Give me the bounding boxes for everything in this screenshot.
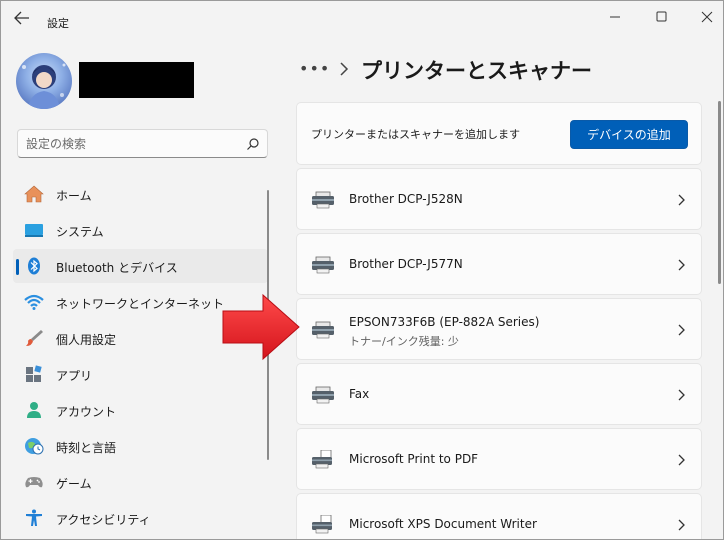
device-row[interactable]: Microsoft XPS Document Writer: [296, 493, 702, 539]
sidebar-item-label: 時刻と言語: [56, 441, 117, 455]
device-row[interactable]: Brother DCP-J528N: [296, 168, 702, 230]
back-button[interactable]: [13, 10, 31, 26]
device-name: Fax: [349, 387, 370, 401]
fax-icon: [312, 386, 334, 404]
system-icon: [25, 224, 43, 237]
title-bar: 設定: [1, 1, 723, 35]
home-icon: [24, 185, 44, 203]
gamepad-icon: [25, 477, 43, 488]
sidebar-item-label: Bluetooth とデバイス: [56, 261, 178, 275]
printer-icon: [312, 256, 334, 274]
apps-icon: [26, 365, 42, 382]
chevron-right-icon: [678, 389, 685, 401]
maximize-icon: [656, 11, 667, 22]
active-indicator: [16, 259, 19, 275]
virtual-printer-icon: [312, 450, 332, 469]
sidebar-item-system[interactable]: システム: [13, 213, 268, 247]
sidebar-item-label: 個人用設定: [56, 333, 117, 347]
search-box[interactable]: [17, 129, 268, 158]
sidebar-item-bluetooth[interactable]: Bluetooth とデバイス: [13, 249, 268, 283]
sidebar-item-label: ホーム: [56, 189, 92, 203]
chevron-right-icon: [678, 324, 685, 336]
chevron-right-icon: [340, 62, 349, 76]
close-button[interactable]: [689, 5, 723, 29]
avatar[interactable]: [16, 53, 72, 109]
globe-clock-icon: [25, 438, 44, 455]
window-title: 設定: [47, 17, 69, 30]
sidebar-item-label: ネットワークとインターネット: [56, 297, 225, 311]
brush-icon: [26, 330, 43, 346]
device-row[interactable]: Fax: [296, 363, 702, 425]
add-device-card: プリンターまたはスキャナーを追加します デバイスの追加: [296, 102, 702, 165]
minimize-button[interactable]: [597, 5, 633, 29]
device-name: Microsoft Print to PDF: [349, 452, 479, 466]
back-arrow-icon: [14, 11, 29, 25]
device-name: Microsoft XPS Document Writer: [349, 517, 537, 531]
device-name: Brother DCP-J577N: [349, 257, 463, 271]
profile-name-redacted: [79, 62, 194, 98]
chevron-right-icon: [678, 259, 685, 271]
add-device-label: プリンターまたはスキャナーを追加します: [311, 128, 520, 141]
sidebar-item-label: ゲーム: [56, 477, 92, 491]
device-row[interactable]: EPSON733F6B (EP-882A Series) トナー/インク残量: …: [296, 298, 702, 360]
search-icon[interactable]: [246, 137, 260, 151]
sidebar-item-label: システム: [56, 225, 104, 239]
close-icon: [701, 11, 713, 23]
printer-icon: [312, 321, 334, 339]
settings-window: 設定 設定の検索 ホーム システム Bluetooth とデバイス ネットワーク…: [0, 0, 724, 540]
bluetooth-icon: [28, 257, 40, 275]
sidebar-item-gaming[interactable]: ゲーム: [13, 465, 268, 499]
sidebar-item-time-language[interactable]: 時刻と言語: [13, 429, 268, 463]
device-name: EPSON733F6B (EP-882A Series): [349, 315, 540, 329]
sidebar-item-label: アカウント: [56, 405, 117, 419]
sidebar-item-label: アプリ: [56, 369, 93, 383]
add-device-button[interactable]: デバイスの追加: [570, 120, 688, 149]
red-arrow-annotation-icon: [222, 293, 300, 361]
device-row[interactable]: Microsoft Print to PDF: [296, 428, 702, 490]
page-title: プリンターとスキャナー: [361, 59, 592, 83]
sidebar-item-apps[interactable]: アプリ: [13, 357, 268, 391]
sidebar-item-label: アクセシビリティ: [56, 513, 151, 527]
main-scrollbar[interactable]: [718, 101, 721, 284]
sidebar-item-accounts[interactable]: アカウント: [13, 393, 268, 427]
device-status: トナー/インク残量: 少: [349, 335, 459, 348]
chevron-right-icon: [678, 454, 685, 466]
breadcrumb-more-button[interactable]: •••: [299, 59, 330, 78]
minimize-icon: [610, 16, 620, 18]
device-name: Brother DCP-J528N: [349, 192, 463, 206]
device-row[interactable]: Brother DCP-J577N: [296, 233, 702, 295]
wifi-icon: [24, 294, 44, 310]
chevron-right-icon: [678, 194, 685, 206]
avatar-image-icon: [22, 63, 66, 109]
virtual-printer-icon: [312, 515, 332, 534]
accessibility-icon: [26, 509, 42, 526]
sidebar-item-accessibility[interactable]: アクセシビリティ: [13, 501, 268, 535]
sidebar-item-home[interactable]: ホーム: [13, 177, 268, 211]
search-input[interactable]: [26, 136, 236, 152]
chevron-right-icon: [678, 519, 685, 531]
printer-icon: [312, 191, 334, 209]
account-icon: [27, 402, 41, 418]
maximize-button[interactable]: [643, 5, 679, 29]
